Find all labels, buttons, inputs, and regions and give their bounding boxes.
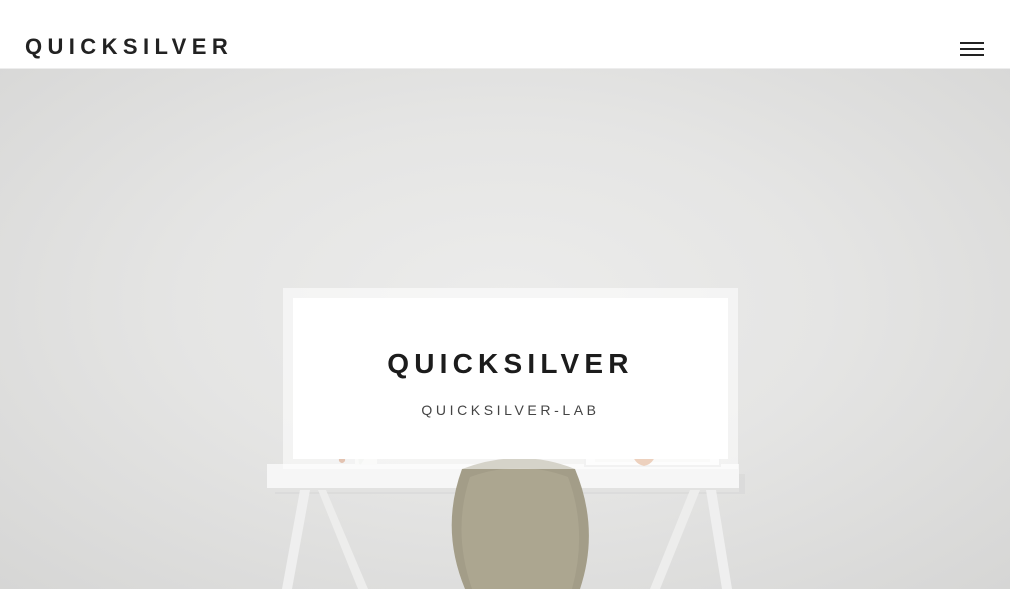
hero-title: QUICKSILVER — [387, 348, 634, 379]
menu-line — [960, 54, 984, 56]
hero-title-frame: QUICKSILVER QUICKSILVER-LAB — [283, 288, 738, 469]
menu-line — [960, 48, 984, 50]
menu-line — [960, 42, 984, 44]
hero-title-box: QUICKSILVER QUICKSILVER-LAB — [293, 298, 728, 459]
hamburger-menu-icon[interactable] — [960, 42, 984, 58]
brand-logo[interactable]: QUICKSILVER — [25, 34, 233, 60]
hero-section: QUICKSILVER QUICKSILVER-LAB — [0, 69, 1010, 589]
hero-subtitle: QUICKSILVER-LAB — [421, 402, 600, 418]
navbar: QUICKSILVER — [0, 0, 1010, 69]
